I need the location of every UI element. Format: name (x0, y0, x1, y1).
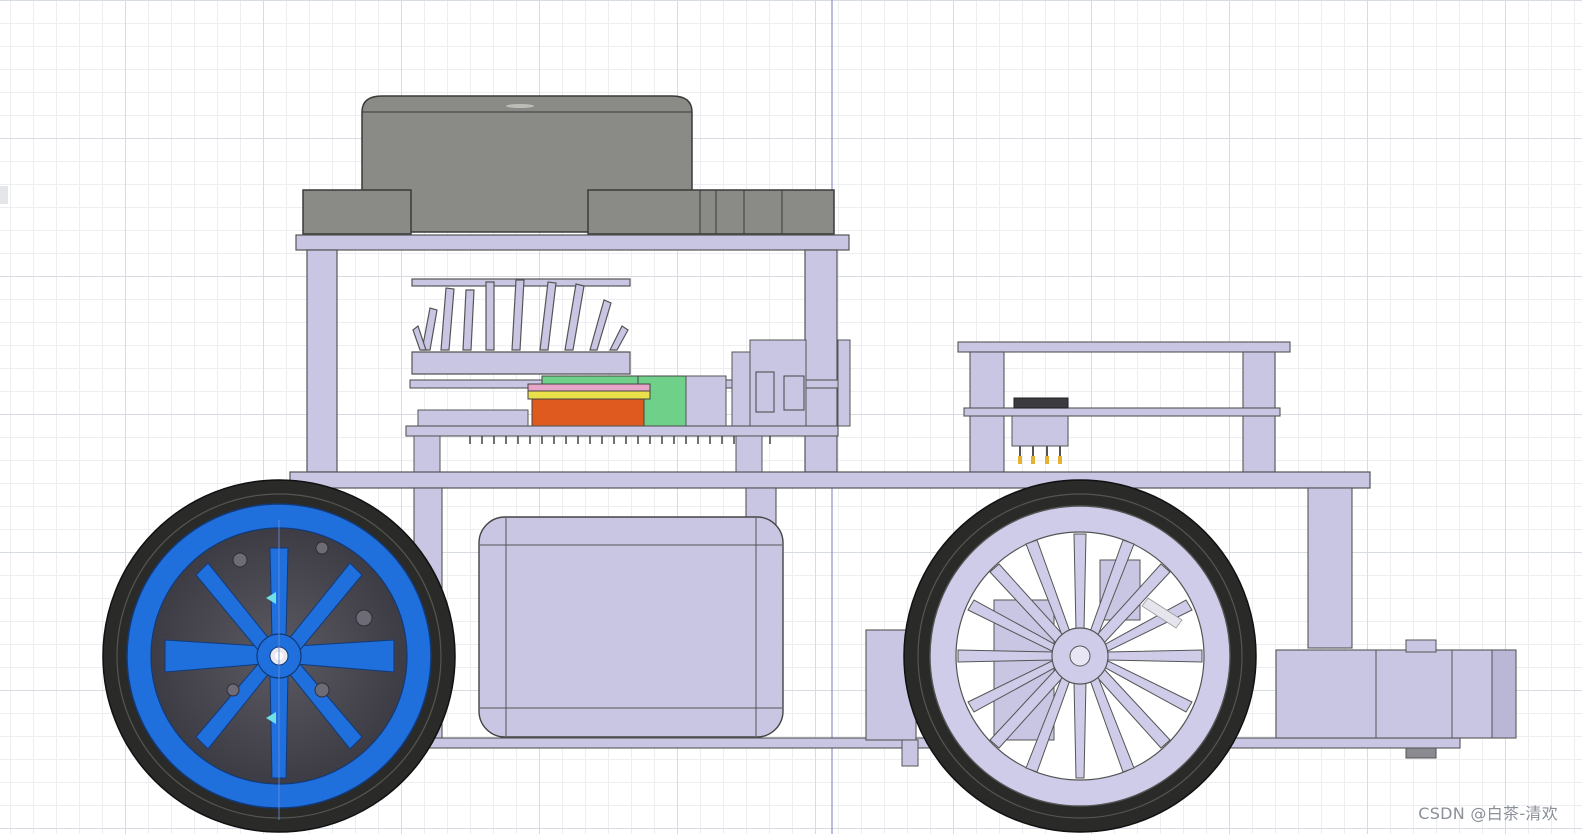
middle-chassis-plate[interactable] (289, 471, 1371, 489)
standoff-rear-upper (804, 249, 838, 473)
robot-car-model[interactable] (0, 0, 1582, 834)
top-plate[interactable] (295, 234, 850, 251)
standoff-front-upper (306, 249, 338, 473)
rear-wheel[interactable] (903, 479, 1257, 833)
lidar-unit[interactable] (302, 95, 835, 235)
heatsink (411, 278, 631, 375)
battery-pack[interactable] (478, 516, 784, 738)
cad-viewport[interactable]: CSDN @白茶-清欢 (0, 0, 1582, 834)
sensor-board-stack[interactable] (957, 341, 1291, 473)
front-wheel[interactable] (102, 479, 456, 833)
standoff-lower-rear (1307, 487, 1353, 649)
watermark: CSDN @白茶-清欢 (1418, 804, 1558, 823)
